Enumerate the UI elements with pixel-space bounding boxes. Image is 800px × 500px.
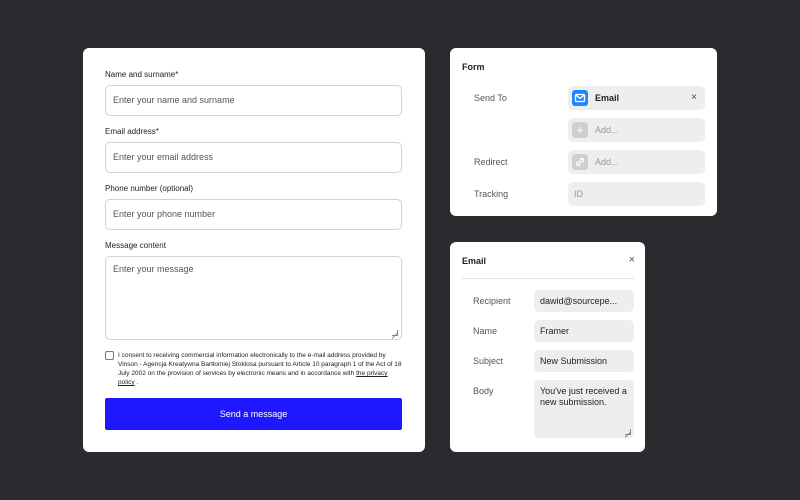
redirect-value: Add... <box>595 157 619 167</box>
email-label: Email address* <box>105 127 159 136</box>
consent-text: I consent to receiving commercial inform… <box>118 351 405 387</box>
email-settings-panel: Email × Recipient dawid@sourcepe... Name… <box>450 242 645 452</box>
contact-form-card: Name and surname* Enter your name and su… <box>83 48 425 452</box>
body-textarea[interactable]: You've just received a new submission. <box>534 380 634 438</box>
message-placeholder: Enter your message <box>113 264 194 274</box>
divider <box>462 278 634 279</box>
panel-title: Form <box>462 62 485 72</box>
form-settings-panel: Form Send To Email × + Add... Redirect A… <box>450 48 717 216</box>
tracking-label: Tracking <box>474 189 509 199</box>
message-textarea[interactable]: Enter your message <box>105 256 402 340</box>
recipient-label: Recipient <box>473 296 511 306</box>
redirect-label: Redirect <box>474 157 508 167</box>
add-send-to-label: Add... <box>595 125 619 135</box>
body-value: You've just received a new submission. <box>540 386 627 407</box>
close-icon[interactable]: × <box>629 254 635 266</box>
send-to-label: Send To <box>474 93 507 103</box>
body-label: Body <box>473 386 494 396</box>
name-field-input[interactable]: Framer <box>534 320 634 342</box>
send-to-value: Email <box>595 93 620 103</box>
mail-icon <box>572 90 588 106</box>
name-field-label: Name <box>473 326 498 336</box>
consent-checkbox[interactable] <box>105 351 114 360</box>
tracking-input[interactable]: ID <box>568 182 705 206</box>
phone-input[interactable]: Enter your phone number <box>105 199 402 230</box>
phone-label: Phone number (optional) <box>105 184 194 193</box>
plus-icon: + <box>572 122 588 138</box>
link-icon <box>572 154 588 170</box>
remove-icon[interactable]: × <box>691 86 697 110</box>
email-input[interactable]: Enter your email address <box>105 142 402 173</box>
resize-handle-icon[interactable] <box>392 330 398 336</box>
consent-end: . <box>136 379 139 386</box>
subject-label: Subject <box>473 356 504 366</box>
send-message-button[interactable]: Send a message <box>105 398 402 430</box>
redirect-field[interactable]: Add... <box>568 150 705 174</box>
recipient-input[interactable]: dawid@sourcepe... <box>534 290 634 312</box>
name-label: Name and surname* <box>105 70 179 79</box>
add-send-to-button[interactable]: + Add... <box>568 118 705 142</box>
resize-handle-icon[interactable] <box>625 429 631 435</box>
tracking-placeholder: ID <box>574 189 583 199</box>
message-label: Message content <box>105 241 166 250</box>
send-to-email-pill[interactable]: Email × <box>568 86 705 110</box>
subject-input[interactable]: New Submission <box>534 350 634 372</box>
email-panel-title: Email <box>462 256 487 266</box>
name-input[interactable]: Enter your name and surname <box>105 85 402 116</box>
